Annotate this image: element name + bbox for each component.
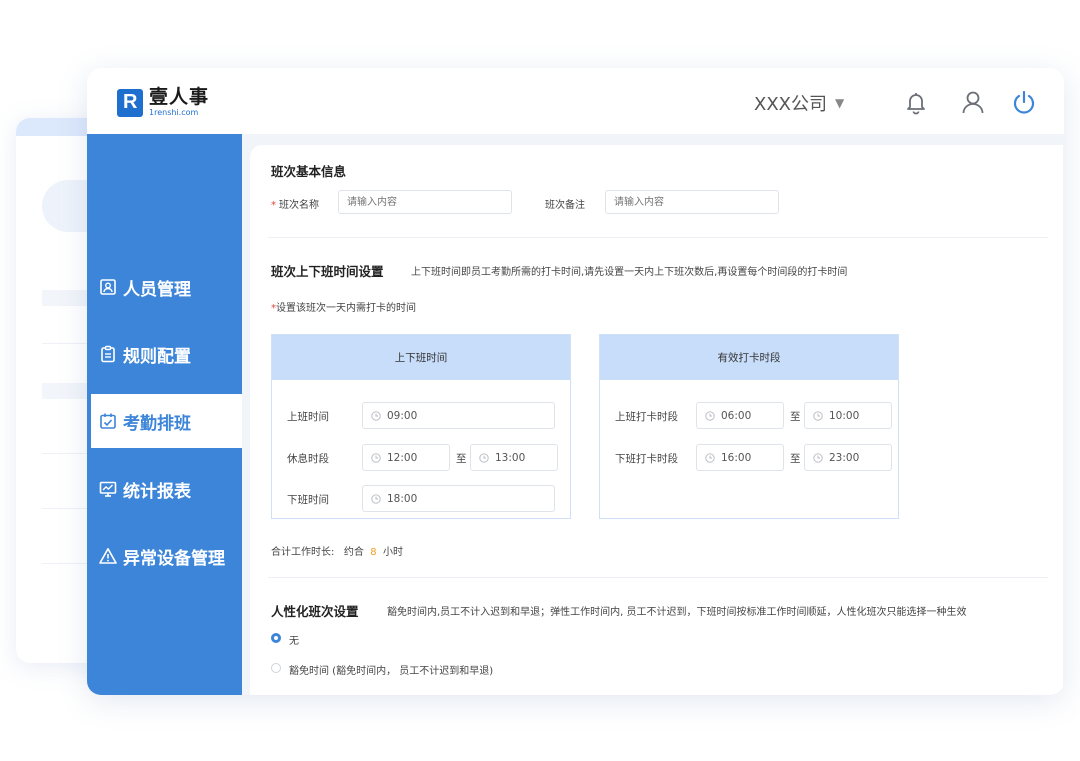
company-selector[interactable]: XXX公司 ▼	[754, 90, 844, 116]
clock-icon	[813, 410, 823, 421]
clock-icon	[371, 493, 381, 504]
user-icon[interactable]	[959, 88, 987, 116]
work-time-panel: 上下班时间 上班时间 09:00 休息时段 12:00 至 13:00 下班时间…	[271, 334, 571, 519]
clipboard-icon	[101, 345, 115, 363]
divider	[268, 577, 1048, 578]
shift-name-label: * 班次名称	[271, 200, 319, 211]
range-separator: 至	[456, 453, 467, 465]
chart-board-icon	[99, 481, 117, 497]
warning-icon	[99, 548, 117, 564]
power-icon[interactable]	[1010, 88, 1038, 116]
radio-exemption-label: 豁免时间 (豁免时间内， 员工不计迟到和早退)	[289, 666, 494, 677]
end-time-picker[interactable]: 18:00	[362, 485, 555, 512]
radio-none-label: 无	[289, 636, 299, 647]
top-bar: 壹人事 1renshi.com XXX公司 ▼	[87, 68, 1064, 134]
app-window: 壹人事 1renshi.com XXX公司 ▼ 人员管理 规则配置	[87, 68, 1064, 695]
main-content: 班次基本信息 *班次名称 班次备注 班次上下班时间设置 上下班时间即员工考勤所需…	[250, 145, 1063, 695]
total-hours-value: 8	[370, 547, 377, 558]
logo-mark-icon	[117, 88, 143, 117]
shift-remark-input[interactable]	[605, 190, 779, 214]
sidebar-item-rules[interactable]: 规则配置	[87, 327, 242, 381]
logo-text: 壹人事	[149, 86, 210, 108]
sidebar-item-label: 统计报表	[123, 481, 191, 502]
total-work-hours: 合计工作时长: 约合 8 小时	[271, 547, 404, 558]
sidebar-item-device-exceptions[interactable]: 异常设备管理	[87, 529, 242, 583]
clock-icon	[705, 410, 715, 421]
section-title-basic: 班次基本信息	[271, 164, 347, 179]
end-time-label: 下班时间	[287, 494, 329, 506]
punch-window-panel: 有效打卡时段 上班打卡时段 06:00 至 10:00 下班打卡时段 16:00…	[599, 334, 899, 519]
shift-name-input[interactable]	[338, 190, 512, 214]
clock-icon	[705, 452, 715, 463]
clock-icon	[813, 452, 823, 463]
clock-out-window-label: 下班打卡时段	[615, 453, 678, 465]
sidebar-item-reports[interactable]: 统计报表	[87, 462, 242, 516]
timeset-description: 上下班时间即员工考勤所需的打卡时间,请先设置一天内上下班次数后,再设置每个时间段…	[411, 267, 848, 278]
calendar-check-icon	[100, 413, 116, 429]
start-time-picker[interactable]: 09:00	[362, 402, 555, 429]
clock-out-end-picker[interactable]: 23:00	[804, 444, 892, 471]
caret-down-icon: ▼	[835, 96, 845, 110]
section-title-timeset: 班次上下班时间设置	[271, 264, 384, 279]
clock-in-start-picker[interactable]: 06:00	[696, 402, 784, 429]
sidebar-item-label: 规则配置	[123, 346, 191, 367]
sidebar-item-label: 异常设备管理	[123, 548, 225, 569]
sidebar-item-personnel[interactable]: 人员管理	[87, 260, 242, 314]
start-time-label: 上班时间	[287, 411, 329, 423]
range-separator: 至	[790, 453, 801, 465]
person-card-icon	[100, 279, 116, 295]
shift-remark-label: 班次备注	[545, 200, 585, 211]
punch-window-panel-header: 有效打卡时段	[600, 335, 898, 380]
rest-end-picker[interactable]: 13:00	[470, 444, 558, 471]
timeset-note: *设置该班次一天内需打卡的时间	[271, 303, 416, 314]
work-time-panel-header: 上下班时间	[272, 335, 570, 380]
bell-icon[interactable]	[902, 88, 930, 116]
clock-icon	[371, 452, 381, 463]
range-separator: 至	[790, 411, 801, 423]
clock-in-end-picker[interactable]: 10:00	[804, 402, 892, 429]
company-name: XXX公司	[754, 94, 827, 115]
sidebar: 人员管理 规则配置 考勤排班 统计报表 异常设备管理	[87, 134, 242, 695]
clock-out-start-picker[interactable]: 16:00	[696, 444, 784, 471]
sidebar-item-label: 人员管理	[123, 279, 191, 300]
sidebar-item-label: 考勤排班	[123, 413, 191, 434]
clock-icon	[371, 410, 381, 421]
sidebar-item-attendance[interactable]: 考勤排班	[87, 394, 242, 448]
divider	[268, 237, 1048, 238]
logo: 壹人事 1renshi.com	[117, 88, 209, 117]
clock-icon	[479, 452, 489, 463]
section-title-humanized: 人性化班次设置	[271, 604, 359, 619]
rest-start-picker[interactable]: 12:00	[362, 444, 450, 471]
rest-period-label: 休息时段	[287, 453, 329, 465]
radio-exemption[interactable]	[271, 663, 281, 673]
logo-domain: 1renshi.com	[149, 108, 199, 117]
clock-in-window-label: 上班打卡时段	[615, 411, 678, 423]
humanized-description: 豁免时间内,员工不计入迟到和早退；弹性工作时间内, 员工不计迟到，下班时间按标准…	[387, 607, 967, 618]
radio-none[interactable]	[271, 633, 281, 643]
